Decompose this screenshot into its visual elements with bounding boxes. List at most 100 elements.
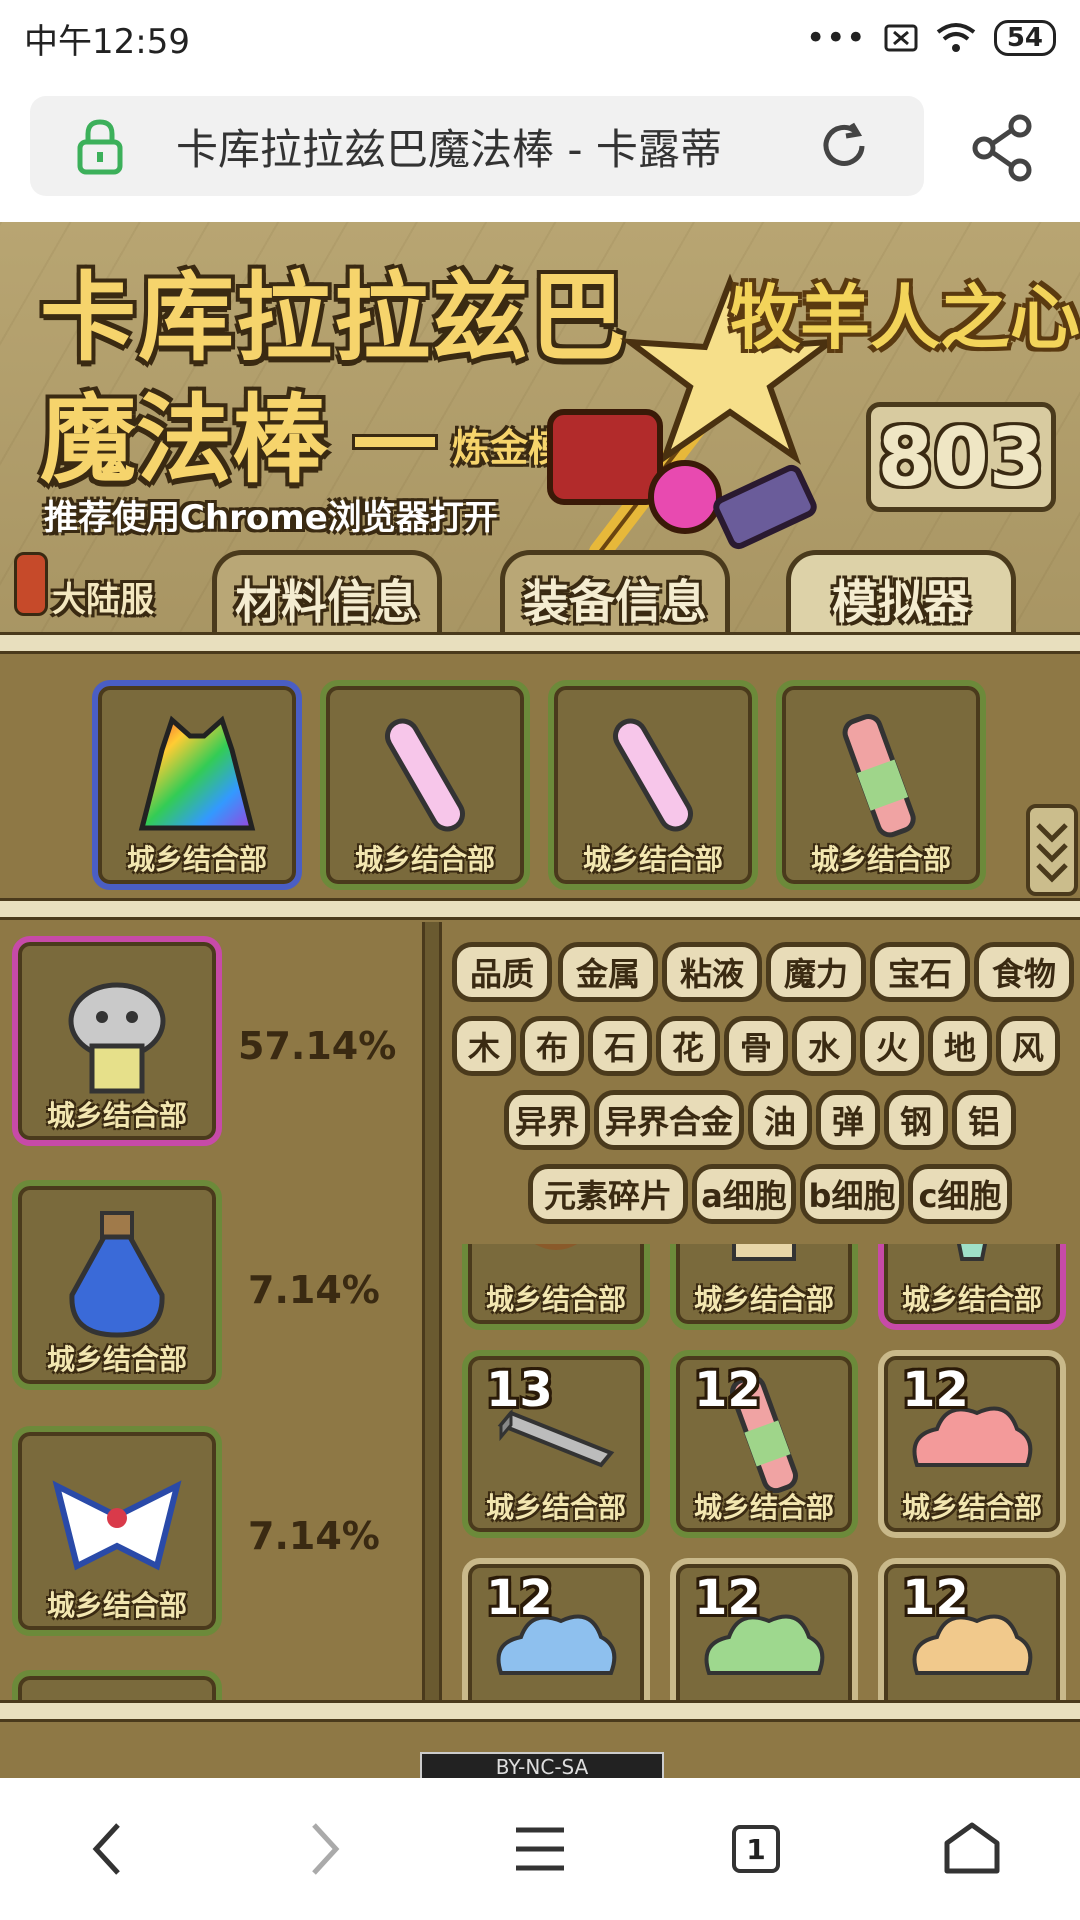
cc-license-badge[interactable]: BY-NC-SA	[420, 1752, 664, 1778]
filter-chip[interactable]: 风	[996, 1016, 1060, 1076]
result-slot-3[interactable]: 城乡结合部	[12, 1426, 222, 1636]
material-count: 12	[486, 1570, 553, 1626]
tab-simulator[interactable]: 模拟器	[786, 550, 1016, 642]
filter-chip[interactable]: 油	[748, 1090, 812, 1150]
home-icon	[944, 1822, 1000, 1874]
result-slot-1[interactable]: 城乡结合部	[12, 936, 222, 1146]
address-bar[interactable]: 卡库拉拉兹巴魔法棒 - 卡露蒂	[30, 96, 924, 196]
counter-box: 803	[866, 402, 1056, 512]
subtitle-dash	[352, 434, 438, 450]
slot-label: 城乡结合部	[485, 1491, 626, 1524]
filter-chip[interactable]: b细胞	[800, 1164, 904, 1224]
material-slot[interactable]: 12	[878, 1558, 1066, 1700]
chevron-left-icon	[92, 1823, 120, 1875]
banner: 卡库拉拉兹巴 魔法棒 炼金模拟器 推荐使用Chrome浏览器打开 牧羊人之心 8…	[0, 222, 1080, 642]
browser-nav-bar: 1	[0, 1778, 1080, 1920]
status-icons: ••• 54	[806, 18, 1056, 58]
lock-icon	[77, 119, 123, 175]
result-percent-2: 7.14%	[248, 1268, 380, 1312]
rail-bottom	[0, 1700, 1080, 1722]
more-dots-icon: •••	[805, 18, 866, 58]
filter-chip[interactable]: 品质	[452, 942, 552, 1002]
filter-chip[interactable]: 布	[520, 1016, 584, 1076]
filter-chip[interactable]: 宝石	[870, 942, 970, 1002]
material-count: 12	[694, 1570, 761, 1626]
material-slot[interactable]: 12	[670, 1558, 858, 1700]
filter-chip[interactable]: 异界	[504, 1090, 590, 1150]
tabs-button[interactable]: 1	[716, 1809, 796, 1889]
filter-chip[interactable]: 地	[928, 1016, 992, 1076]
filter-chip[interactable]: 水	[792, 1016, 856, 1076]
back-button[interactable]	[68, 1809, 148, 1889]
results-list: 城乡结合部 57.14% 城乡结合部 7.14% 城乡结合部 7.14%	[0, 922, 420, 1700]
filter-chip[interactable]: 骨	[724, 1016, 788, 1076]
share-icon[interactable]	[968, 112, 1038, 182]
filter-chip[interactable]: 粘液	[662, 942, 762, 1002]
material-slot[interactable]: 城乡结合部	[462, 1244, 650, 1330]
material-slot[interactable]: 13 城乡结合部	[462, 1350, 650, 1538]
chevron-right-icon	[312, 1823, 340, 1875]
slot-1[interactable]: 城乡结合部	[92, 680, 302, 890]
page-title[interactable]: 卡库拉拉兹巴魔法棒 - 卡露蒂	[176, 116, 796, 177]
refresh-icon[interactable]	[816, 118, 872, 174]
battery-indicator: 54	[993, 20, 1056, 56]
forward-button[interactable]	[284, 1809, 364, 1889]
tab-count-icon: 1	[732, 1825, 780, 1873]
blue-bottle-icon	[69, 1211, 165, 1338]
crystal-icon	[956, 1244, 988, 1262]
rail-middle	[0, 898, 1080, 920]
result-slot-2[interactable]: 城乡结合部	[12, 1180, 222, 1390]
slot-label: 城乡结合部	[693, 1283, 834, 1316]
filter-chip[interactable]: 木	[452, 1016, 516, 1076]
armored-cat-icon	[68, 982, 166, 1094]
material-filters: 品质 金属 粘液 魔力 宝石 食物 木 布 石 花 骨 水 火 地 风 异界 异…	[446, 922, 1080, 1224]
filter-chip[interactable]: 花	[656, 1016, 720, 1076]
result-percent-3: 7.14%	[248, 1514, 380, 1558]
server-toggle[interactable]	[14, 552, 48, 616]
tab-equipment-info[interactable]: 装备信息	[500, 550, 730, 642]
slot-label: 城乡结合部	[582, 843, 723, 876]
filter-chip[interactable]: 火	[860, 1016, 924, 1076]
game-logo: 牧羊人之心	[730, 277, 1080, 359]
result-slot-4[interactable]	[12, 1670, 222, 1700]
material-slot[interactable]: 城乡结合部	[878, 1244, 1066, 1330]
material-slot[interactable]: 12	[462, 1558, 650, 1700]
filter-chip[interactable]: 元素碎片	[528, 1164, 688, 1224]
panel-divider	[422, 922, 442, 1700]
material-count: 13	[486, 1362, 553, 1418]
filter-chip[interactable]: c细胞	[908, 1164, 1012, 1224]
scroll-down-button[interactable]	[1026, 804, 1078, 896]
slot-label: 城乡结合部	[901, 1491, 1042, 1524]
slot-3[interactable]: 城乡结合部	[548, 680, 758, 890]
slot-label: 城乡结合部	[693, 1491, 834, 1524]
slot-2[interactable]: 城乡结合部	[320, 680, 530, 890]
filter-chip[interactable]: 铝	[952, 1090, 1016, 1150]
material-count: 12	[902, 1570, 969, 1626]
material-slot[interactable]: 12 城乡结合部	[670, 1350, 858, 1538]
filter-chip[interactable]: 异界合金	[594, 1090, 744, 1150]
server-label[interactable]: 大陆服	[52, 572, 154, 621]
filter-chip[interactable]: 金属	[558, 942, 658, 1002]
material-slot[interactable]: 城乡结合部	[670, 1244, 858, 1330]
filter-chip[interactable]: 食物	[974, 942, 1074, 1002]
material-count: 12	[694, 1362, 761, 1418]
filter-chip[interactable]: 钢	[884, 1090, 948, 1150]
tab-material-info[interactable]: 材料信息	[212, 550, 442, 642]
slot-label: 城乡结合部	[46, 1343, 187, 1376]
material-grid: 城乡结合部 城乡结合部 城乡结合部 13 城乡结合部 12 城乡结合部 12 城…	[446, 1244, 1080, 1700]
slot-label: 城乡结合部	[901, 1283, 1042, 1316]
menu-button[interactable]	[500, 1809, 580, 1889]
slot-label: 城乡结合部	[485, 1283, 626, 1316]
filter-chip[interactable]: 石	[588, 1016, 652, 1076]
home-button[interactable]	[932, 1809, 1012, 1889]
sailor-collar-icon	[52, 1480, 182, 1571]
tab-count: 1	[746, 1832, 766, 1866]
filter-chip[interactable]: a细胞	[692, 1164, 796, 1224]
slot-label: 城乡结合部	[46, 1589, 187, 1622]
slot-4[interactable]: 城乡结合部	[776, 680, 986, 890]
banner-title-line2: 魔法棒	[40, 384, 328, 496]
game-frame: 卡库拉拉兹巴 魔法棒 炼金模拟器 推荐使用Chrome浏览器打开 牧羊人之心 8…	[0, 222, 1080, 1778]
filter-chip[interactable]: 魔力	[766, 942, 866, 1002]
filter-chip[interactable]: 弹	[816, 1090, 880, 1150]
material-slot[interactable]: 12 城乡结合部	[878, 1350, 1066, 1538]
